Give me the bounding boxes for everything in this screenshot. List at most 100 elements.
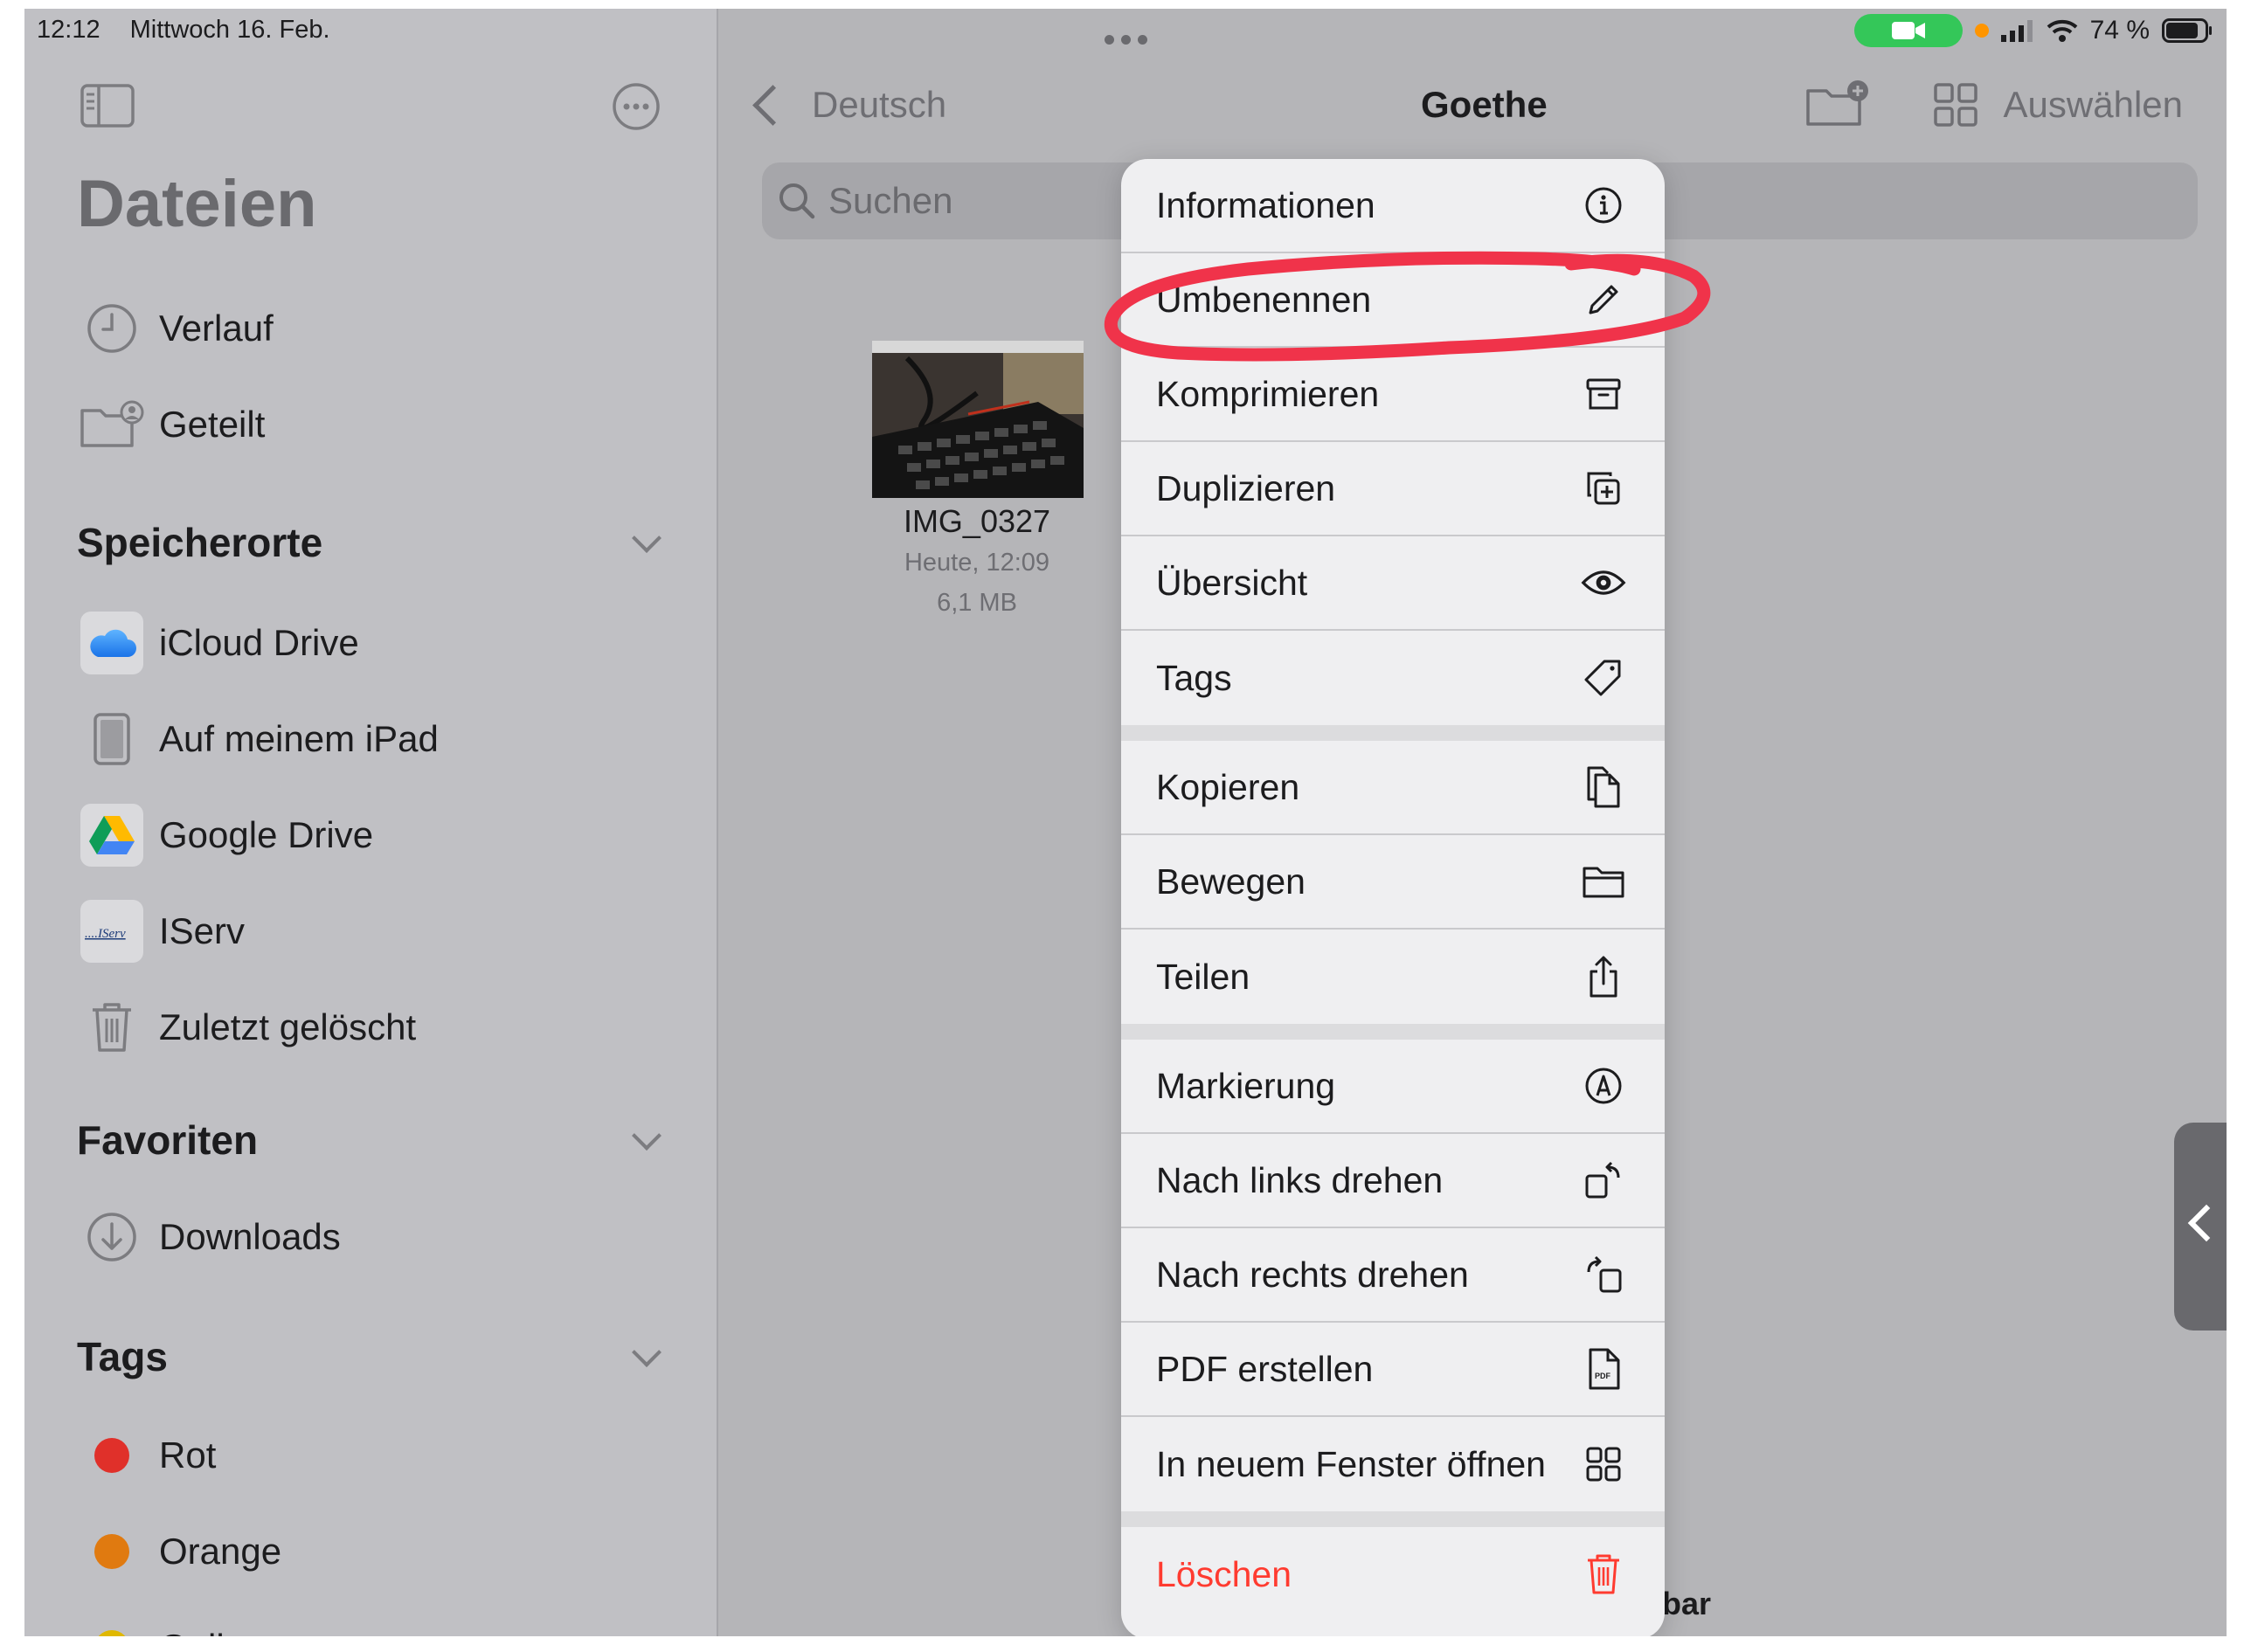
menu-item-loeschen[interactable]: Löschen [1121,1527,1665,1621]
multitasking-handle[interactable] [1105,35,1147,45]
search-icon [779,183,815,219]
new-folder-icon[interactable] [1805,79,1870,132]
sidebar-item-icloud-drive[interactable]: iCloud Drive [77,608,689,678]
menu-item-markierung[interactable]: Markierung [1121,1040,1665,1134]
menu-item-umbenennen[interactable]: Umbenennen [1121,253,1665,348]
menu-item-teilen[interactable]: Teilen [1121,930,1665,1024]
sidebar-item-label: Auf meinem iPad [159,718,439,759]
slide-over-tab[interactable] [2174,1123,2227,1331]
sidebar-item-label: Gelb [159,1627,237,1636]
sidebar-item-label: Rot [159,1434,217,1476]
menu-item-label: Nach links drehen [1156,1159,1444,1200]
menu-item-label: Übersicht [1156,562,1308,603]
rotate-left-icon [1581,1158,1626,1203]
sidebar-toggle-icon[interactable] [80,84,135,132]
share-icon [1581,954,1626,999]
search-placeholder: Suchen [828,180,953,221]
menu-item-nach-rechts-drehen[interactable]: Nach rechts drehen [1121,1228,1665,1323]
sidebar-item-label: IServ [159,910,246,951]
sidebar-item-tag-gelb[interactable]: Gelb [77,1613,689,1636]
file-thumbnail[interactable] [872,341,1084,498]
sidebar-item-label: iCloud Drive [159,622,359,663]
chevron-left-icon [2187,1204,2226,1242]
tag-color-dot [94,1438,129,1473]
file-name[interactable]: IMG_0327 [823,503,1131,540]
tag-color-dot [94,1630,129,1636]
sidebar-item-zuletzt-geloescht[interactable]: Zuletzt gelöscht [77,992,689,1062]
status-bar-left: 12:12 Mittwoch 16. Feb. [37,16,353,45]
pdf-icon: PDF [1581,1346,1626,1392]
google-drive-icon [80,804,143,867]
sidebar: 12:12 Mittwoch 16. Feb. Dateien Verlauf … [24,9,718,1636]
sidebar-item-label: Downloads [159,1216,341,1257]
menu-item-label: Informationen [1156,184,1375,225]
sidebar-item-verlauf[interactable]: Verlauf [77,294,689,363]
sidebar-item-tag-rot[interactable]: Rot [77,1420,689,1490]
ipad-icon [77,704,147,774]
more-options-icon[interactable] [612,82,661,135]
menu-item-bewegen[interactable]: Bewegen [1121,835,1665,930]
folder-title: Goethe [1421,84,1548,125]
menu-group-separator [1121,1511,1665,1527]
context-menu: Informationen Umbenennen Komprimieren Du… [1121,159,1665,1636]
battery-icon [2162,18,2212,43]
chevron-down-icon[interactable] [632,1121,661,1151]
status-date: Mittwoch 16. Feb. [129,16,330,44]
sidebar-item-auf-meinem-ipad[interactable]: Auf meinem iPad [77,704,689,774]
menu-item-in-neuem-fenster-oeffnen[interactable]: In neuem Fenster öffnen [1121,1417,1665,1511]
menu-item-komprimieren[interactable]: Komprimieren [1121,348,1665,442]
new-window-icon [1581,1441,1626,1487]
grid-view-icon[interactable] [1933,82,1978,132]
chevron-down-icon[interactable] [632,1337,661,1367]
camera-in-use-icon [1853,14,1963,47]
trash-icon [1581,1552,1626,1597]
sidebar-item-iserv[interactable]: ....IServ IServ [77,896,689,966]
folder-icon [1581,859,1626,904]
chevron-down-icon[interactable] [632,523,661,553]
menu-item-uebersicht[interactable]: Übersicht [1121,536,1665,631]
menu-item-kopieren[interactable]: Kopieren [1121,741,1665,835]
menu-item-label: Komprimieren [1156,373,1380,414]
menu-group-separator [1121,1024,1665,1040]
menu-item-tags[interactable]: Tags [1121,631,1665,725]
menu-item-duplizieren[interactable]: Duplizieren [1121,442,1665,536]
menu-item-label: Tags [1156,657,1232,698]
locations-section-title[interactable]: Speicherorte [77,519,322,566]
sidebar-item-google-drive[interactable]: Google Drive [77,800,689,870]
menu-item-label: Teilen [1156,956,1250,997]
back-button[interactable]: Deutsch [751,84,946,126]
sidebar-item-downloads[interactable]: Downloads [77,1202,689,1272]
sidebar-title: Dateien [77,167,317,241]
sidebar-item-label: Google Drive [159,814,374,855]
menu-item-label: Umbenennen [1156,279,1372,320]
select-button[interactable]: Auswählen [2004,84,2183,126]
status-bar-right: 74 % [1853,14,2213,47]
favorites-section-title[interactable]: Favoriten [77,1116,258,1164]
cellular-signal-icon [2000,20,2033,42]
menu-item-label: Löschen [1156,1553,1292,1594]
download-icon [77,1202,147,1272]
menu-item-informationen[interactable]: Informationen [1121,159,1665,253]
copy-icon [1581,764,1626,810]
back-label: Deutsch [812,84,947,125]
clock-icon [77,294,147,363]
menu-item-label: PDF erstellen [1156,1348,1374,1389]
menu-item-label: Nach rechts drehen [1156,1254,1469,1295]
sidebar-item-tag-orange[interactable]: Orange [77,1517,689,1586]
menu-item-pdf-erstellen[interactable]: PDF erstellen PDF [1121,1323,1665,1417]
file-date: Heute, 12:09 [904,549,1050,577]
markup-icon [1581,1063,1626,1109]
shared-folder-icon [77,390,147,460]
sidebar-item-geteilt[interactable]: Geteilt [77,390,689,460]
tag-icon [1581,655,1626,701]
iserv-icon: ....IServ [80,900,143,963]
menu-item-label: Markierung [1156,1065,1336,1106]
wifi-icon [2047,19,2077,42]
sidebar-item-label: Geteilt [159,404,266,445]
menu-item-label: Duplizieren [1156,467,1336,508]
chevron-left-icon [752,84,793,126]
tags-section-title[interactable]: Tags [77,1333,168,1380]
menu-item-nach-links-drehen[interactable]: Nach links drehen [1121,1134,1665,1228]
icloud-icon [80,612,143,674]
eye-icon [1581,560,1626,605]
